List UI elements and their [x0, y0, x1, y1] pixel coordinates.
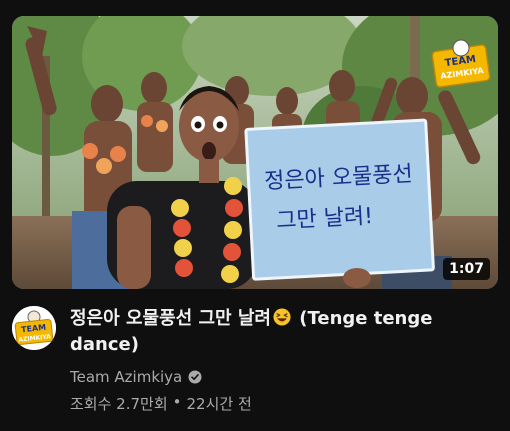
- thumbnail-sign-line2: 그만 날려!: [276, 204, 374, 234]
- video-title[interactable]: 정은아 오물풍선 그만 날려 (Tenge tenge dance): [70, 306, 480, 358]
- verified-check-icon: [188, 370, 202, 384]
- view-count: 조회수 2.7만회: [70, 395, 168, 413]
- channel-avatar[interactable]: TEAM AZIMKIYA: [12, 306, 56, 350]
- video-title-text: 정은아 오물풍선 그만 날려: [70, 308, 271, 329]
- video-duration-badge: 1:07: [443, 258, 490, 280]
- channel-row: Team Azimkiya: [70, 368, 202, 386]
- laughing-face-emoji-icon: [273, 308, 291, 326]
- upload-age: 22시간 전: [186, 395, 252, 413]
- video-card[interactable]: 정은아 오물풍선 그만 날려! TEAM AZIMKIYA 1:07 TEAM …: [0, 0, 510, 431]
- channel-name[interactable]: Team Azimkiya: [70, 368, 182, 386]
- thumbnail-image: 정은아 오물풍선 그만 날려! TEAM AZIMKIYA: [12, 16, 498, 289]
- stats-separator: •: [172, 393, 182, 411]
- video-meta: TEAM AZIMKIYA 정은아 오물풍선 그만 날려 (Tenge teng…: [12, 304, 498, 424]
- channel-avatar-logo: TEAM AZIMKIYA: [12, 306, 56, 350]
- video-stats: 조회수 2.7만회 • 22시간 전: [70, 393, 252, 414]
- video-thumbnail[interactable]: 정은아 오물풍선 그만 날려! TEAM AZIMKIYA 1:07: [12, 16, 498, 289]
